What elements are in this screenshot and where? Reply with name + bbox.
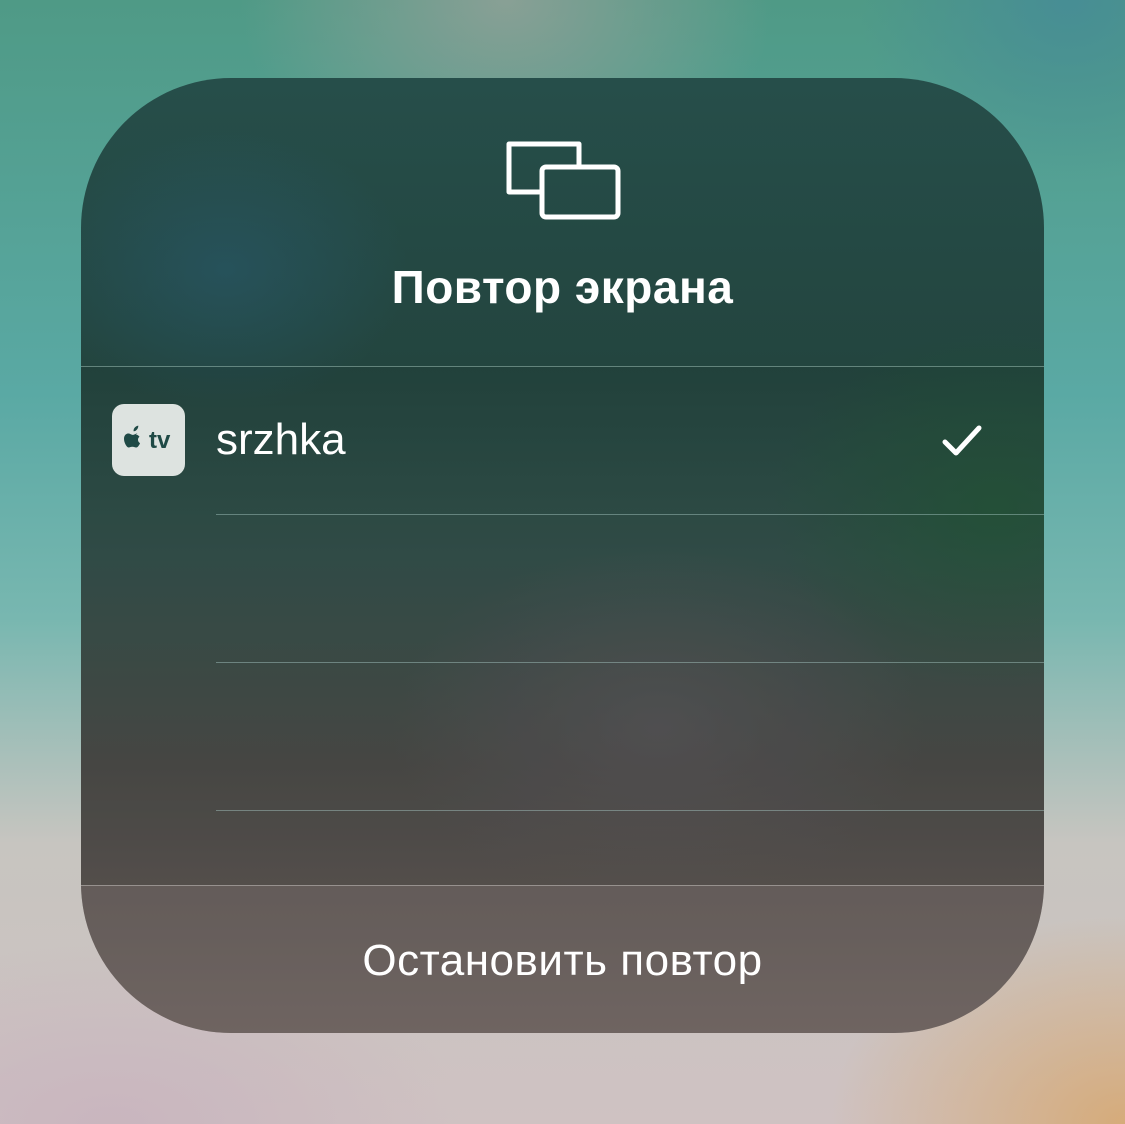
empty-device-row: [81, 515, 1044, 663]
panel-title: Повтор экрана: [391, 261, 734, 313]
empty-device-row: [81, 663, 1044, 811]
checkmark-icon: [942, 425, 982, 456]
screen-mirroring-icon: [506, 141, 621, 220]
apple-tv-icon: tv: [112, 404, 185, 476]
panel-footer: Остановить повтор: [81, 885, 1044, 1033]
screen-mirroring-panel: Повтор экрана tv srzhka Остановить повто…: [81, 78, 1044, 1033]
panel-header: Повтор экрана: [81, 78, 1044, 366]
device-name: srzhka: [216, 415, 346, 464]
device-row-srzhka[interactable]: tv srzhka: [81, 367, 1044, 515]
device-list: tv srzhka: [81, 366, 1044, 886]
apple-tv-icon-text: tv: [149, 427, 171, 454]
empty-device-row: [81, 811, 1044, 886]
stop-mirroring-button[interactable]: Остановить повтор: [81, 886, 1044, 1033]
